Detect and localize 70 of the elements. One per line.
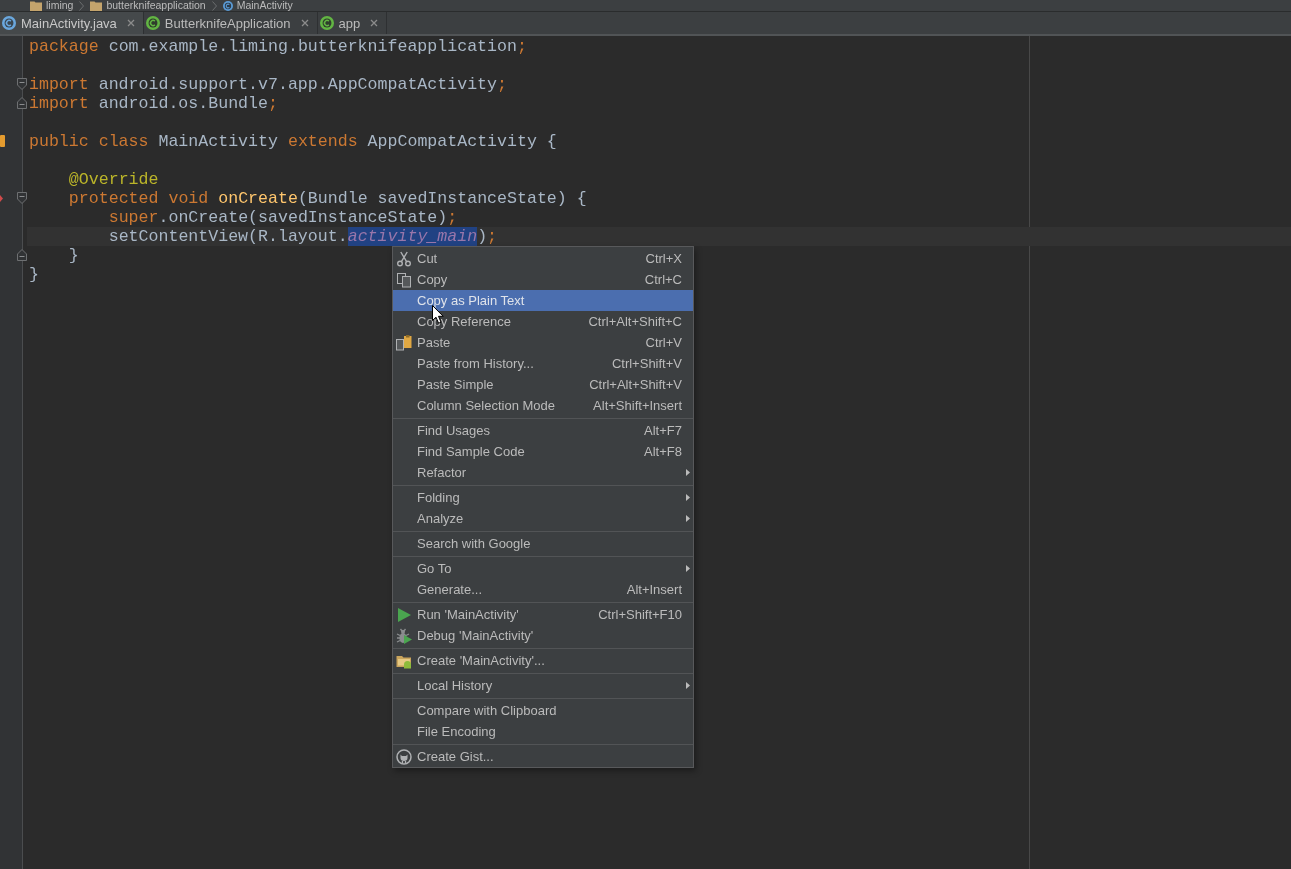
shortcut-text: Alt+F7 <box>644 423 682 438</box>
shortcut-text: Ctrl+Alt+Shift+V <box>589 377 682 392</box>
menu-item[interactable]: Paste Simple Ctrl+Alt+Shift+V <box>393 374 693 395</box>
menu-item[interactable]: Run 'MainActivity' Ctrl+Shift+F10 <box>393 604 693 625</box>
code-line: import android.support.v7.app.AppCompatActivity; <box>29 74 507 94</box>
cat-logo-icon <box>396 748 412 765</box>
gutter-marker-icon[interactable] <box>0 135 5 147</box>
menu-item[interactable]: Compare with Clipboard <box>393 700 693 721</box>
code-line: protected void onCreate(Bundle savedInstanceState) { <box>68 188 587 208</box>
code-line: setContentView(R.layout.activity_main); <box>108 226 498 246</box>
editor-tab[interactable]: ButterknifeApplication <box>143 12 318 34</box>
code-line: public class MainActivity extends AppCompatActivity { <box>29 131 557 151</box>
code-line: package com.example.liming.butterknifeapplication; <box>29 36 527 56</box>
paste-icon <box>396 334 412 351</box>
menu-item[interactable]: Find Sample Code Alt+F8 <box>393 441 693 462</box>
shortcut-text: Alt+Insert <box>626 582 682 597</box>
shortcut-text: Ctrl+Shift+F10 <box>598 607 682 622</box>
shortcut-text: Ctrl+Shift+V <box>611 356 682 371</box>
menu-item[interactable]: Paste from History... Ctrl+Shift+V <box>393 353 693 374</box>
menu-item[interactable]: Refactor <box>393 462 693 483</box>
menu-item[interactable]: Analyze <box>393 508 693 529</box>
menu-item[interactable]: Debug 'MainActivity' <box>393 625 693 646</box>
c-circle-icon <box>2 16 16 30</box>
code-line: } <box>29 264 39 284</box>
breadcrumb-item[interactable]: butterknifeapplication <box>90 0 206 11</box>
shortcut-text: Ctrl+X <box>645 251 682 266</box>
chevron-icon <box>79 0 85 11</box>
c-circle-icon <box>145 16 160 30</box>
menu-item[interactable]: Local History <box>393 675 693 696</box>
c-circle-icon <box>222 0 233 11</box>
scissors-icon <box>396 250 412 267</box>
menu-item[interactable]: Search with Google <box>393 533 693 554</box>
shortcut-text: Alt+Shift+Insert <box>593 398 682 413</box>
editor-tab[interactable]: MainActivity.java <box>0 12 144 34</box>
breadcrumb-item[interactable]: liming <box>30 0 74 11</box>
code-line: import android.os.Bundle; <box>29 93 278 113</box>
code-line: @Override <box>68 169 159 189</box>
close-icon[interactable] <box>370 19 379 27</box>
close-icon[interactable] <box>126 19 135 27</box>
menu-item[interactable]: Cut Ctrl+X <box>393 248 693 269</box>
menu-item[interactable]: Generate... Alt+Insert <box>393 579 693 600</box>
menu-item[interactable]: Folding <box>393 487 693 508</box>
shortcut-text: Ctrl+C <box>644 272 682 287</box>
menu-item[interactable]: Go To <box>393 558 693 579</box>
fold-marker-icon[interactable] <box>17 192 27 204</box>
shortcut-text: Alt+F8 <box>644 444 682 459</box>
c-circle-icon <box>319 16 334 30</box>
editor-tab[interactable]: app <box>317 12 388 34</box>
bug-icon <box>396 627 412 644</box>
chevron-icon <box>211 0 217 11</box>
menu-item[interactable]: Paste Ctrl+V <box>393 332 693 353</box>
menu-item[interactable]: Create 'MainActivity'... <box>393 650 693 671</box>
run-icon <box>396 606 412 623</box>
menu-item[interactable]: Create Gist... <box>393 746 693 767</box>
close-icon[interactable] <box>300 19 309 27</box>
copy-icon <box>396 271 412 288</box>
code-line: } <box>68 245 79 265</box>
fold-marker-icon[interactable] <box>17 78 27 90</box>
gutter-marker-icon[interactable] <box>0 194 3 202</box>
shortcut-text: Ctrl+V <box>645 335 682 350</box>
menu-item[interactable]: File Encoding <box>393 721 693 742</box>
menu-item[interactable]: Column Selection Mode Alt+Shift+Insert <box>393 395 693 416</box>
menu-item[interactable]: Copy Ctrl+C <box>393 269 693 290</box>
breadcrumb-item[interactable]: MainActivity <box>222 0 293 11</box>
menu-item[interactable]: Find Usages Alt+F7 <box>393 420 693 441</box>
menu-item[interactable]: Copy as Plain Text <box>393 290 693 311</box>
shortcut-text: Ctrl+Alt+Shift+C <box>588 314 682 329</box>
fold-marker-icon[interactable] <box>17 249 27 261</box>
fold-marker-icon[interactable] <box>17 97 27 109</box>
code-line: super.onCreate(savedInstanceState); <box>108 207 458 227</box>
